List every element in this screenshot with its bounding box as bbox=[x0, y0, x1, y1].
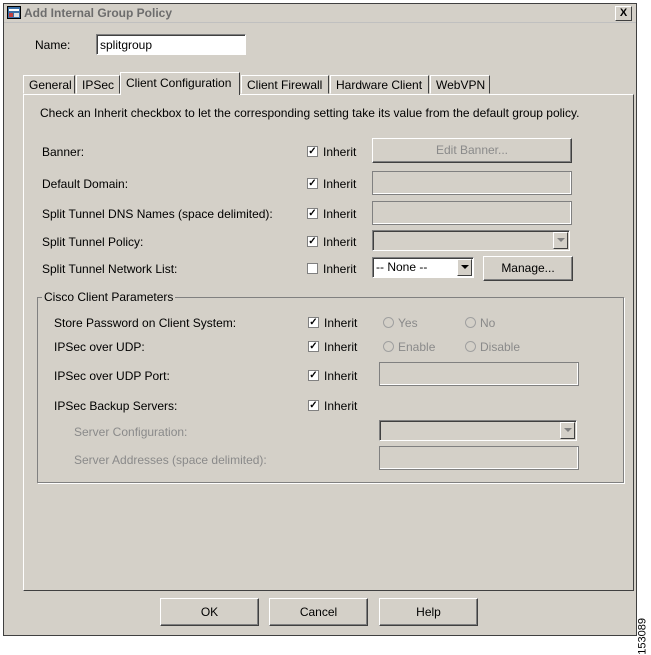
tab-hardware-client[interactable]: Hardware Client bbox=[330, 75, 429, 94]
banner-inherit-label: Inherit bbox=[323, 145, 357, 159]
store-password-no-radio[interactable] bbox=[465, 317, 476, 328]
chevron-down-icon[interactable] bbox=[560, 422, 575, 439]
help-button[interactable]: Help bbox=[379, 598, 478, 626]
store-password-yes-radio[interactable] bbox=[383, 317, 394, 328]
split-dns-inherit-label: Inherit bbox=[323, 207, 357, 221]
split-list-select[interactable]: -- None -- bbox=[372, 257, 474, 278]
backup-servers-inherit-checkbox[interactable] bbox=[308, 400, 319, 411]
split-dns-label: Split Tunnel DNS Names (space delimited)… bbox=[42, 207, 273, 221]
chevron-down-icon[interactable] bbox=[457, 259, 472, 276]
window-title: Add Internal Group Policy bbox=[24, 6, 173, 20]
store-password-label: Store Password on Client System: bbox=[54, 316, 237, 330]
server-config-label: Server Configuration: bbox=[74, 425, 188, 439]
ipsec-udp-enable-label: Enable bbox=[398, 340, 436, 354]
close-button[interactable]: X bbox=[615, 6, 632, 21]
default-domain-label: Default Domain: bbox=[42, 177, 129, 191]
store-password-inherit-label: Inherit bbox=[324, 316, 358, 330]
client-configuration-panel: Check an Inherit checkbox to let the cor… bbox=[23, 94, 634, 591]
split-policy-inherit-checkbox[interactable] bbox=[307, 236, 318, 247]
split-dns-inherit-checkbox[interactable] bbox=[307, 208, 318, 219]
ipsec-udp-inherit-checkbox[interactable] bbox=[308, 341, 319, 352]
backup-servers-inherit-label: Inherit bbox=[324, 399, 358, 413]
title-bar[interactable]: Add Internal Group Policy X bbox=[4, 4, 636, 23]
ipsec-udp-port-label: IPSec over UDP Port: bbox=[54, 369, 170, 383]
backup-servers-label: IPSec Backup Servers: bbox=[54, 399, 178, 413]
ipsec-udp-disable-label: Disable bbox=[480, 340, 521, 354]
ipsec-udp-port-inherit-label: Inherit bbox=[324, 369, 358, 383]
store-password-yes-label: Yes bbox=[398, 316, 418, 330]
ipsec-udp-port-input[interactable] bbox=[379, 362, 579, 386]
default-domain-input[interactable] bbox=[372, 171, 572, 195]
store-password-inherit-checkbox[interactable] bbox=[308, 317, 319, 328]
split-policy-inherit-label: Inherit bbox=[323, 235, 357, 249]
split-list-inherit-checkbox[interactable] bbox=[307, 263, 318, 274]
split-policy-label: Split Tunnel Policy: bbox=[42, 235, 144, 249]
server-config-select[interactable] bbox=[379, 420, 577, 441]
cancel-button[interactable]: Cancel bbox=[269, 598, 368, 626]
instructions-text: Check an Inherit checkbox to let the cor… bbox=[40, 106, 580, 120]
banner-label: Banner: bbox=[42, 145, 85, 159]
ok-button[interactable]: OK bbox=[160, 598, 259, 626]
split-dns-input[interactable] bbox=[372, 201, 572, 225]
group-title: Cisco Client Parameters bbox=[42, 290, 176, 304]
ipsec-udp-port-inherit-checkbox[interactable] bbox=[308, 370, 319, 381]
default-domain-inherit-checkbox[interactable] bbox=[307, 178, 318, 189]
tab-client-firewall[interactable]: Client Firewall bbox=[241, 75, 329, 94]
split-list-selected: -- None -- bbox=[376, 260, 428, 274]
cisco-client-parameters-group: Cisco Client Parameters Store Password o… bbox=[37, 290, 624, 483]
chevron-down-icon[interactable] bbox=[553, 232, 568, 249]
ipsec-udp-inherit-label: Inherit bbox=[324, 340, 358, 354]
edit-banner-button[interactable]: Edit Banner... bbox=[372, 138, 572, 163]
ipsec-udp-enable-radio[interactable] bbox=[383, 341, 394, 352]
name-label: Name: bbox=[35, 38, 71, 52]
server-addresses-input[interactable] bbox=[379, 446, 579, 470]
default-domain-inherit-label: Inherit bbox=[323, 177, 357, 191]
ipsec-udp-disable-radio[interactable] bbox=[465, 341, 476, 352]
split-policy-select[interactable] bbox=[372, 230, 570, 251]
server-addresses-label: Server Addresses (space delimited): bbox=[74, 453, 267, 467]
split-list-label: Split Tunnel Network List: bbox=[42, 262, 178, 276]
tab-ipsec[interactable]: IPSec bbox=[76, 75, 120, 94]
store-password-no-label: No bbox=[480, 316, 496, 330]
tab-general[interactable]: General bbox=[23, 75, 75, 94]
name-input[interactable] bbox=[96, 34, 246, 55]
app-icon bbox=[7, 6, 21, 19]
banner-inherit-checkbox[interactable] bbox=[307, 146, 318, 157]
split-list-inherit-label: Inherit bbox=[323, 262, 357, 276]
manage-button[interactable]: Manage... bbox=[483, 256, 573, 281]
tab-webvpn[interactable]: WebVPN bbox=[430, 75, 490, 94]
figure-code: 153089 bbox=[637, 618, 649, 655]
ipsec-udp-label: IPSec over UDP: bbox=[54, 340, 145, 354]
tab-client-configuration[interactable]: Client Configuration bbox=[120, 72, 240, 95]
dialog-window: Add Internal Group Policy X Name: Genera… bbox=[3, 3, 637, 636]
